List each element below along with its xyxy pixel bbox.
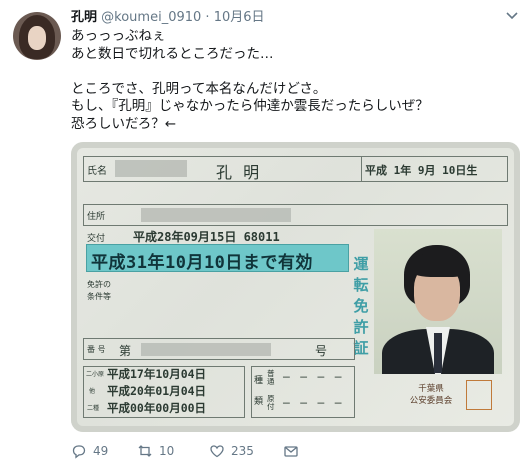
name-label: 氏名 xyxy=(87,166,107,177)
name-value: 孔 明 xyxy=(216,163,263,182)
like-button[interactable]: 235 xyxy=(209,443,254,459)
license-card: 氏名 孔 明 平成 1年 9月 10日生 住所 交付 平成28年09月15日 6… xyxy=(71,142,520,432)
tweet: 孔明 @koumei_0910 · 10月6日 あっっっぶねぇ あと数日で切れる… xyxy=(0,0,532,469)
reply-icon xyxy=(72,445,86,459)
separator-dot: · xyxy=(205,10,210,25)
number-suffix: 号 xyxy=(315,344,328,358)
chevron-down-icon[interactable] xyxy=(506,10,518,23)
tweet-line: もし、『孔明』じゃなかったら仲達か雲長だったらしいぜ？ xyxy=(71,98,429,114)
user-handle[interactable]: @koumei_0910 xyxy=(101,10,201,25)
history-date: 平成20年01月04日 xyxy=(107,384,207,398)
retweet-button[interactable]: 10 xyxy=(137,443,174,459)
address-label: 住所 xyxy=(87,212,106,222)
message-button[interactable] xyxy=(283,443,299,459)
reply-count: 49 xyxy=(93,444,109,458)
number-label: 番 号 xyxy=(87,345,106,354)
retweet-icon xyxy=(138,445,152,457)
heart-icon xyxy=(210,445,224,458)
validity-band: 平成31年10月10日まで有効 xyxy=(86,244,349,273)
tweet-line: あっっっぶねぇ xyxy=(71,28,166,44)
tweet-header: 孔明 @koumei_0910 · 10月6日 xyxy=(71,10,265,26)
like-count: 235 xyxy=(231,444,254,458)
envelope-icon xyxy=(284,446,298,457)
avatar[interactable] xyxy=(13,12,61,60)
tweet-line: あと数日で切れるところだった… xyxy=(71,45,274,62)
category-cell: 普通 xyxy=(267,369,275,386)
number-prefix: 第 xyxy=(119,344,132,358)
issuer: 千葉県 公安委員会 xyxy=(409,384,453,406)
display-name[interactable]: 孔明 xyxy=(71,10,97,25)
issue-label: 交付 xyxy=(87,234,106,244)
conditions-label: 条件等 xyxy=(87,292,111,301)
birth-date: 平成 1年 9月 10日生 xyxy=(365,164,478,177)
history-date: 平成00年00月00日 xyxy=(107,401,207,415)
issue-value: 平成28年09月15日 68011 xyxy=(133,230,280,244)
tweet-line: 恐ろしいだろ？← xyxy=(71,115,177,132)
official-stamp xyxy=(466,380,492,410)
reply-button[interactable]: 49 xyxy=(71,443,108,459)
category-cell: 原付 xyxy=(267,394,275,411)
id-photo xyxy=(374,229,502,374)
history-date: 平成17年10月04日 xyxy=(107,367,207,381)
tweet-text: あっっっぶねぇ あと数日で切れるところだった… ところでさ、孔明って本名なんだけ… xyxy=(71,28,511,133)
retweet-count: 10 xyxy=(159,444,175,458)
tweet-date[interactable]: 10月6日 xyxy=(214,10,265,25)
tweet-line: ところでさ、孔明って本名なんだけどさ。 xyxy=(71,80,327,97)
validity-text: 平成31年10月10日まで有効 xyxy=(91,253,313,273)
tweet-photo[interactable]: 氏名 孔 明 平成 1年 9月 10日生 住所 交付 平成28年09月15日 6… xyxy=(71,142,520,432)
conditions-label: 免許の xyxy=(87,280,111,289)
